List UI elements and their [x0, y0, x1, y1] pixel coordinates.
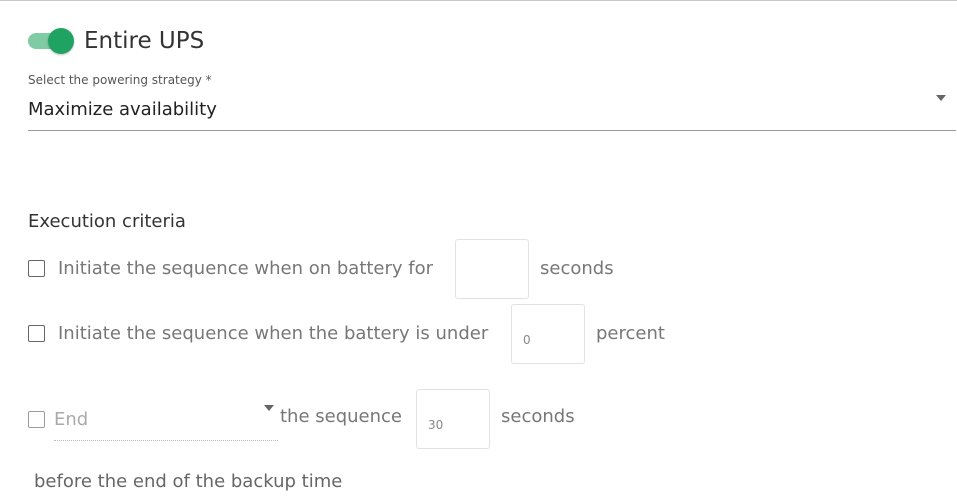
entire-ups-toggle[interactable]	[28, 28, 74, 54]
entire-ups-label: Entire UPS	[84, 28, 205, 54]
on-battery-checkbox[interactable]	[28, 260, 45, 277]
battery-under-percent-input[interactable]: 0	[511, 304, 585, 364]
end-sequence-seconds-input[interactable]: 30	[416, 389, 490, 449]
end-timing-select[interactable]: End	[54, 401, 278, 441]
chevron-down-icon	[936, 95, 946, 101]
on-battery-suffix: seconds	[540, 258, 614, 279]
end-sequence-suffix: seconds	[501, 406, 575, 427]
chevron-down-icon	[264, 405, 274, 411]
entire-ups-toggle-row: Entire UPS	[28, 28, 204, 54]
end-timing-value: End	[54, 409, 89, 430]
powering-strategy-label: Select the powering strategy *	[28, 73, 212, 87]
battery-under-checkbox[interactable]	[28, 325, 45, 342]
backup-time-trailer: before the end of the backup time	[34, 471, 343, 492]
powering-strategy-select[interactable]: Maximize availability	[28, 89, 956, 131]
on-battery-prefix: Initiate the sequence when on battery fo…	[58, 258, 434, 279]
execution-criteria-title: Execution criteria	[28, 211, 186, 232]
battery-under-suffix: percent	[596, 323, 665, 344]
end-sequence-checkbox[interactable]	[28, 411, 45, 428]
battery-under-prefix: Initiate the sequence when the battery i…	[58, 323, 489, 344]
ups-sequence-panel: Entire UPS Select the powering strategy …	[0, 0, 957, 503]
on-battery-seconds-input[interactable]	[455, 239, 529, 299]
toggle-thumb	[48, 28, 74, 54]
powering-strategy-value: Maximize availability	[28, 99, 217, 120]
end-sequence-middle: the sequence	[280, 406, 403, 427]
